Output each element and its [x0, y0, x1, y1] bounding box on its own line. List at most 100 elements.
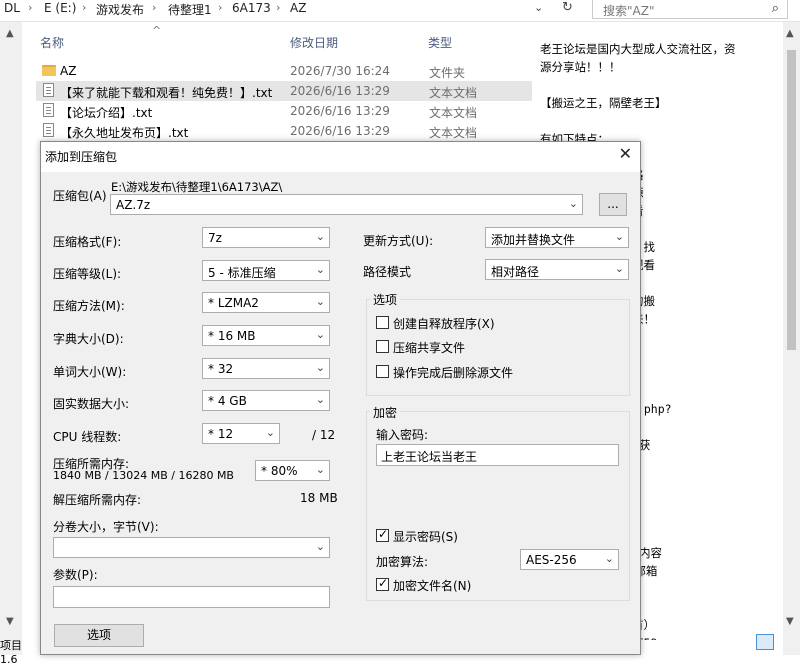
add-to-archive-dialog: 添加到压缩包 ✕ 压缩包(A) E:\游戏发布\待整理1\6A173\AZ\ A… — [40, 141, 641, 655]
column-header-type[interactable]: 类型 — [428, 34, 452, 51]
dialog-body: 压缩包(A) E:\游戏发布\待整理1\6A173\AZ\ AZ.7z ⌄ ..… — [41, 172, 640, 654]
breadcrumb-item[interactable]: DL — [4, 1, 20, 15]
address-bar[interactable]: DL › E (E:) › 游戏发布 › 待整理1 › 6A173 › AZ ⌄… — [0, 0, 800, 22]
cpu-threads-select[interactable]: * 12 ⌄ — [202, 423, 280, 444]
file-type: 文件夹 — [429, 66, 466, 80]
chevron-down-icon: ⌄ — [265, 426, 275, 439]
format-label: 压缩格式(F): — [53, 235, 122, 249]
level-select[interactable]: 5 - 标准压缩 ⌄ — [202, 260, 330, 281]
dictionary-select[interactable]: * 16 MB ⌄ — [202, 325, 330, 346]
file-name: 【永久地址发布页】.txt — [60, 126, 189, 140]
browse-button[interactable]: ... — [599, 193, 627, 216]
method-select[interactable]: * LZMA2 ⌄ — [202, 292, 330, 313]
delete-after-checkbox[interactable] — [376, 365, 389, 378]
file-date: 2026/6/16 13:29 — [290, 124, 390, 138]
search-input[interactable]: 搜索"AZ" ⌕ — [592, 0, 788, 19]
update-mode-select[interactable]: 添加并替换文件 ⌄ — [485, 227, 629, 248]
breadcrumb-item[interactable]: 6A173 — [232, 1, 271, 15]
dictionary-value: * 16 MB — [208, 329, 256, 343]
archive-name-combo[interactable]: AZ.7z ⌄ — [110, 194, 583, 215]
cpu-threads-label: CPU 线程数: — [53, 430, 122, 444]
column-header-date[interactable]: 修改日期 — [290, 34, 338, 51]
chevron-down-icon: ⌄ — [315, 393, 325, 406]
show-password-checkbox[interactable] — [376, 527, 389, 542]
solid-size-label: 固实数据大小: — [53, 397, 130, 411]
scroll-up-icon[interactable]: ▲ — [786, 28, 794, 39]
chevron-down-icon: ⌄ — [315, 463, 325, 476]
status-bar: 项目 1.6 — [0, 633, 40, 666]
method-label: 压缩方法(M): — [53, 299, 125, 313]
file-date: 2026/7/30 16:24 — [290, 64, 390, 78]
delete-after-checkbox-label[interactable]: 操作完成后删除源文件 — [393, 364, 513, 381]
options-button[interactable]: 选项 — [54, 624, 144, 647]
shared-files-checkbox[interactable] — [376, 340, 389, 353]
dialog-title: 添加到压缩包 — [45, 150, 118, 164]
chevron-down-icon: ⌄ — [614, 262, 624, 275]
search-placeholder: 搜索"AZ" — [603, 4, 655, 18]
encrypt-names-checkbox[interactable] — [376, 576, 389, 591]
chevron-down-icon[interactable]: ⌄ — [569, 197, 578, 210]
file-type: 文本文档 — [429, 106, 478, 120]
sort-ascending-icon: ^ — [152, 24, 162, 37]
file-row[interactable]: 【来了就能下载和观看！纯免费！】.txt 2026/6/16 13:29 文本文… — [36, 81, 532, 101]
encryption-method-select[interactable]: AES-256 ⌄ — [520, 549, 619, 570]
preview-line: 老王论坛是国内大型成人交流社区，资 — [540, 42, 736, 56]
chevron-down-icon: ⌄ — [604, 552, 614, 565]
file-row[interactable]: AZ 2026/7/30 16:24 文件夹 — [36, 61, 532, 81]
chevron-down-icon: ⌄ — [315, 295, 325, 308]
file-row[interactable]: 【论坛介绍】.txt 2026/6/16 13:29 文本文档 — [36, 101, 532, 121]
chevron-down-icon[interactable]: ⌄ — [534, 1, 543, 14]
details-view-icon[interactable] — [756, 634, 774, 650]
solid-size-select[interactable]: * 4 GB ⌄ — [202, 390, 330, 411]
shared-files-checkbox-label[interactable]: 压缩共享文件 — [393, 339, 465, 356]
text-file-icon — [43, 83, 54, 97]
chevron-right-icon: › — [152, 1, 157, 14]
method-value: * LZMA2 — [208, 296, 259, 310]
sfx-checkbox[interactable] — [376, 316, 389, 329]
path-mode-select[interactable]: 相对路径 ⌄ — [485, 259, 629, 280]
status-item-count: 项目 1.6 — [0, 639, 22, 666]
split-size-combo[interactable]: ⌄ — [53, 537, 330, 558]
decompress-memory-value: 18 MB — [300, 491, 338, 505]
folder-icon — [42, 65, 56, 76]
chevron-right-icon: › — [28, 1, 33, 14]
split-size-label: 分卷大小，字节(V): — [53, 520, 159, 534]
encryption-method-label: 加密算法: — [376, 555, 429, 569]
password-label: 输入密码: — [376, 428, 429, 442]
close-icon[interactable]: ✕ — [619, 144, 632, 163]
scroll-down-icon[interactable]: ▼ — [6, 616, 14, 627]
chevron-down-icon: ⌄ — [315, 230, 325, 243]
scroll-up-icon[interactable]: ▲ — [6, 28, 14, 39]
update-mode-label: 更新方式(U): — [363, 234, 434, 248]
breadcrumb-item[interactable]: 待整理1 — [168, 1, 212, 18]
chevron-right-icon: › — [82, 1, 87, 14]
parameters-input[interactable] — [53, 586, 330, 608]
format-select[interactable]: 7z ⌄ — [202, 227, 330, 248]
preview-line: 源分享站！！！ — [540, 60, 621, 74]
chevron-right-icon: › — [276, 1, 281, 14]
breadcrumb-item[interactable]: 游戏发布 — [96, 1, 144, 18]
memory-percent-select[interactable]: * 80% ⌄ — [255, 460, 330, 481]
word-size-value: * 32 — [208, 362, 234, 376]
word-size-select[interactable]: * 32 ⌄ — [202, 358, 330, 379]
encrypt-names-label[interactable]: 加密文件名(N) — [393, 577, 471, 594]
show-password-label[interactable]: 显示密码(S) — [393, 528, 458, 545]
refresh-icon[interactable]: ↻ — [562, 0, 573, 15]
scroll-down-icon[interactable]: ▼ — [786, 616, 794, 627]
dictionary-label: 字典大小(D): — [53, 332, 124, 346]
scrollbar-thumb[interactable] — [787, 50, 796, 350]
decompress-memory-label: 解压缩所需内存: — [53, 493, 142, 507]
chevron-down-icon: ⌄ — [315, 540, 325, 553]
level-label: 压缩等级(L): — [53, 267, 122, 281]
file-name: 【来了就能下载和观看！纯免费！】.txt — [60, 86, 273, 100]
nav-pane-scrollbar[interactable]: ▲ ▼ — [0, 22, 22, 655]
word-size-label: 单词大小(W): — [53, 365, 127, 379]
level-value: 5 - 标准压缩 — [208, 266, 276, 280]
column-header-name[interactable]: 名称 — [40, 34, 64, 51]
breadcrumb-item[interactable]: E (E:) — [44, 1, 76, 15]
password-input[interactable]: 上老王论坛当老王 — [376, 444, 619, 466]
breadcrumb-item[interactable]: AZ — [290, 1, 306, 15]
sfx-checkbox-label[interactable]: 创建自释放程序(X) — [393, 315, 495, 332]
search-icon[interactable]: ⌕ — [772, 1, 779, 16]
file-row[interactable]: 【永久地址发布页】.txt 2026/6/16 13:29 文本文档 — [36, 121, 532, 141]
